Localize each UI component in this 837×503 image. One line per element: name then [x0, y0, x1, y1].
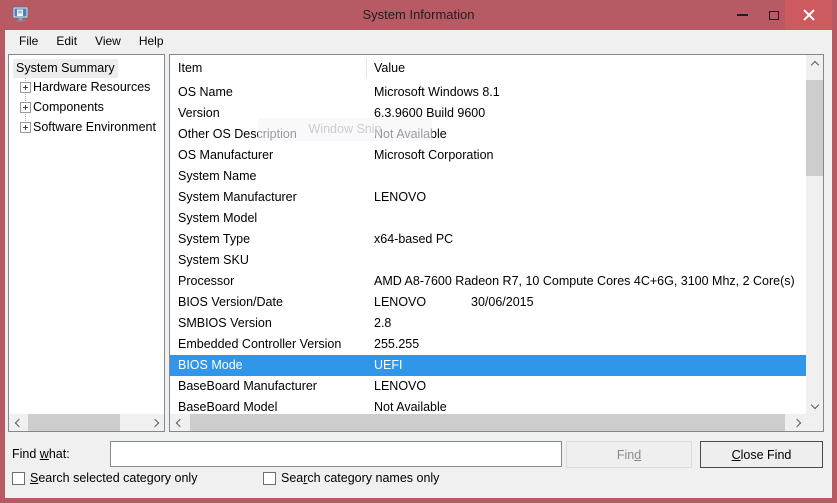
scroll-left-icon[interactable] — [9, 414, 26, 431]
search-category-names-option[interactable]: Search category names only — [263, 471, 439, 485]
tree-item-hardware-resources[interactable]: Hardware Resources — [33, 78, 150, 97]
table-row[interactable]: System Name — [170, 166, 806, 187]
menu-help[interactable]: Help — [130, 30, 173, 53]
tree-horizontal-scrollbar[interactable] — [9, 414, 164, 431]
find-what-label: Find what: — [12, 447, 70, 461]
close-find-button[interactable]: Close Find — [700, 441, 823, 468]
menubar: File Edit View Help — [5, 30, 832, 53]
table-vscrollbar-thumb[interactable] — [806, 80, 823, 176]
window-snip-ghost-overlay: Window Snip — [258, 118, 432, 141]
row-value-cell: 255.255 — [374, 334, 419, 355]
row-item-cell: BIOS Version/Date — [178, 292, 283, 313]
table-vertical-scrollbar[interactable] — [806, 55, 823, 414]
tree-item-components[interactable]: Components — [33, 98, 104, 117]
column-header-value[interactable]: Value — [374, 55, 405, 81]
table-row[interactable]: BIOS Mode UEFI — [170, 355, 806, 376]
menu-edit[interactable]: Edit — [47, 30, 86, 53]
checkbox-label: Search category names only — [281, 471, 439, 485]
table-hscrollbar-thumb[interactable] — [190, 414, 785, 431]
scroll-left-icon[interactable] — [170, 414, 187, 431]
row-value-cell: 2.8 — [374, 313, 391, 334]
search-selected-category-option[interactable]: Search selected category only — [12, 471, 197, 485]
table-header: Item Value — [170, 55, 823, 81]
tree-item-system-summary[interactable]: System Summary — [13, 59, 118, 78]
row-value-cell: x64-based PC — [374, 229, 453, 250]
row-value-cell: UEFI — [374, 355, 402, 376]
scroll-right-icon[interactable] — [147, 414, 164, 431]
scroll-up-icon[interactable] — [806, 55, 823, 72]
table-row[interactable]: SMBIOS Version 2.8 — [170, 313, 806, 334]
row-item-cell: BaseBoard Manufacturer — [178, 376, 317, 397]
checkbox-icon[interactable] — [263, 472, 276, 485]
window-title: System Information — [0, 0, 837, 30]
row-item-cell: System Type — [178, 229, 250, 250]
close-icon — [803, 9, 815, 21]
row-item-cell: OS Name — [178, 82, 233, 103]
row-item-cell: System Manufacturer — [178, 187, 297, 208]
table-row[interactable]: OS Manufacturer Microsoft Corporation — [170, 145, 806, 166]
row-item-cell: SMBIOS Version — [178, 313, 272, 334]
system-information-window: System Information File Edit View Help S… — [0, 0, 837, 503]
maximize-icon — [769, 11, 779, 20]
scrollbar-corner — [806, 414, 823, 431]
row-item-cell: OS Manufacturer — [178, 145, 273, 166]
table-row[interactable]: Processor AMD A8-7600 Radeon R7, 10 Compu… — [170, 271, 806, 292]
tree-scrollbar-thumb[interactable] — [28, 414, 120, 431]
row-item-cell: Version — [178, 103, 220, 124]
expand-plus-icon[interactable] — [20, 102, 31, 113]
row-item-cell: Processor — [178, 271, 234, 292]
row-value-cell: LENOVO — [374, 292, 426, 313]
table-row[interactable]: OS Name Microsoft Windows 8.1 — [170, 82, 806, 103]
row-item-cell: System Model — [178, 208, 257, 229]
column-separator[interactable] — [366, 58, 367, 78]
row-value-cell: Microsoft Corporation — [374, 145, 494, 166]
table-row[interactable]: System Type x64-based PC — [170, 229, 806, 250]
scroll-down-icon[interactable] — [806, 397, 823, 414]
titlebar[interactable]: System Information — [0, 0, 837, 30]
find-input[interactable] — [110, 441, 562, 467]
tree-item-software-environment[interactable]: Software Environment — [33, 118, 156, 137]
minimize-icon — [737, 14, 748, 16]
row-item-cell: Embedded Controller Version — [178, 334, 341, 355]
details-table-panel: Item Value OS NameMicrosoft Windows 8.1V… — [169, 54, 824, 432]
menu-file[interactable]: File — [10, 30, 47, 53]
table-row[interactable]: BaseBoard Manufacturer LENOVO — [170, 376, 806, 397]
table-row[interactable]: System Manufacturer LENOVO — [170, 187, 806, 208]
column-header-item[interactable]: Item — [178, 55, 202, 81]
category-tree-panel: System Summary Hardware Resources Compon… — [8, 54, 165, 432]
close-button[interactable] — [785, 0, 832, 30]
table-horizontal-scrollbar[interactable] — [170, 414, 806, 431]
row-value-cell: LENOVO — [374, 376, 426, 397]
row-item-cell: BIOS Mode — [178, 355, 243, 376]
row-value-date-cell: 30/06/2015 — [471, 292, 534, 313]
scroll-right-icon[interactable] — [789, 414, 806, 431]
expand-plus-icon[interactable] — [20, 82, 31, 93]
table-row[interactable]: Embedded Controller Version 255.255 — [170, 334, 806, 355]
row-item-cell: System SKU — [178, 250, 249, 271]
find-button: Find — [566, 441, 692, 468]
table-row[interactable]: BIOS Version/Date LENOVO 30/06/2015 — [170, 292, 806, 313]
checkbox-icon[interactable] — [12, 472, 25, 485]
row-value-cell: LENOVO — [374, 187, 426, 208]
row-value-cell: AMD A8-7600 Radeon R7, 10 Compute Cores … — [374, 271, 795, 292]
row-item-cell: System Name — [178, 166, 257, 187]
table-row[interactable]: System SKU — [170, 250, 806, 271]
row-value-cell: Microsoft Windows 8.1 — [374, 82, 500, 103]
expand-plus-icon[interactable] — [20, 122, 31, 133]
menu-view[interactable]: View — [86, 30, 130, 53]
minimize-button[interactable] — [725, 0, 759, 30]
checkbox-label: Search selected category only — [30, 471, 197, 485]
table-row[interactable]: System Model — [170, 208, 806, 229]
